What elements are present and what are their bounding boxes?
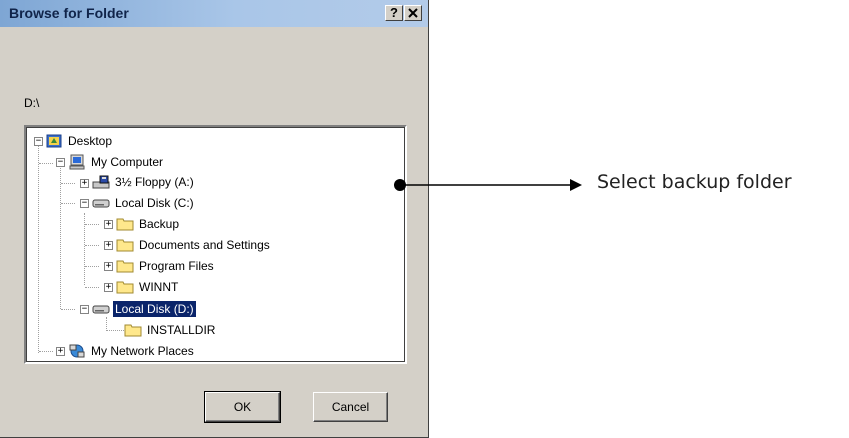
collapse-toggle[interactable]: − — [80, 305, 89, 314]
folder-icon — [116, 260, 134, 273]
tree-connector — [61, 183, 75, 184]
tree-connector — [85, 224, 99, 225]
tree-connector — [39, 163, 53, 164]
tree-node-label: My Computer — [91, 155, 164, 169]
expand-toggle[interactable]: + — [80, 179, 89, 188]
help-button[interactable]: ? — [385, 5, 403, 21]
tree-connector — [106, 330, 124, 331]
tree-connector — [106, 317, 107, 331]
desktop-icon — [46, 134, 62, 148]
folder-tree[interactable]: − − + − + + + + − + Desktop My Computer — [24, 125, 407, 364]
tree-connector — [61, 203, 75, 204]
expand-toggle[interactable]: + — [104, 283, 113, 292]
close-icon — [408, 8, 418, 18]
close-button[interactable] — [404, 5, 422, 21]
tree-node-local-disk-c[interactable]: Local Disk (C:) — [92, 193, 196, 213]
tree-node-installdir[interactable]: INSTALLDIR — [124, 320, 217, 340]
selected-path-label: D:\ — [24, 96, 40, 110]
tree-node-label: 3½ Floppy (A:) — [115, 175, 194, 189]
expand-toggle[interactable]: + — [56, 347, 65, 356]
tree-node-local-disk-d[interactable]: Local Disk (D:) — [92, 299, 196, 319]
tree-connector — [39, 351, 53, 352]
title-bar[interactable]: Browse for Folder ? — [0, 0, 428, 27]
floppy-drive-icon — [92, 175, 110, 189]
tree-node-label: My Network Places — [91, 344, 194, 358]
folder-icon — [116, 239, 134, 252]
folder-icon — [116, 218, 134, 231]
collapse-toggle[interactable]: − — [56, 158, 65, 167]
tree-node-winnt[interactable]: WINNT — [116, 277, 180, 297]
dialog-title: Browse for Folder — [9, 5, 129, 21]
computer-icon — [69, 154, 85, 170]
folder-icon — [116, 281, 134, 294]
browse-for-folder-dialog: Browse for Folder ? D:\ − − + − + + + + — [0, 0, 429, 438]
tree-node-label: Program Files — [139, 259, 214, 273]
expand-toggle[interactable]: + — [104, 262, 113, 271]
tree-node-backup[interactable]: Backup — [116, 214, 181, 234]
tree-connector — [61, 309, 75, 310]
annotation-label: Select backup folder — [597, 171, 792, 193]
tree-node-desktop[interactable]: Desktop — [45, 131, 114, 151]
tree-node-documents-and-settings[interactable]: Documents and Settings — [116, 235, 272, 255]
tree-node-label: INSTALLDIR — [147, 323, 216, 337]
network-places-icon — [69, 344, 85, 358]
tree-node-floppy[interactable]: 3½ Floppy (A:) — [92, 172, 196, 192]
hard-drive-icon — [92, 305, 110, 314]
tree-node-label: Desktop — [68, 134, 113, 148]
tree-connector — [38, 145, 39, 353]
expand-toggle[interactable]: + — [104, 220, 113, 229]
tree-node-label: Local Disk (C:) — [115, 196, 194, 210]
collapse-toggle[interactable]: − — [34, 137, 43, 146]
tree-node-label: Backup — [139, 217, 180, 231]
hard-drive-icon — [92, 199, 110, 208]
tree-node-my-network-places[interactable]: My Network Places — [68, 341, 196, 361]
tree-node-my-computer[interactable]: My Computer — [68, 152, 165, 172]
folder-icon — [124, 324, 142, 337]
cancel-button[interactable]: Cancel — [313, 392, 388, 422]
tree-connector — [85, 266, 99, 267]
tree-node-label: Local Disk (D:) — [113, 301, 196, 317]
tree-node-label: WINNT — [139, 280, 179, 294]
tree-node-program-files[interactable]: Program Files — [116, 256, 216, 276]
tree-connector — [85, 245, 99, 246]
expand-toggle[interactable]: + — [104, 241, 113, 250]
tree-connector — [60, 165, 61, 309]
ok-button[interactable]: OK — [204, 391, 281, 423]
collapse-toggle[interactable]: − — [80, 199, 89, 208]
tree-connector — [85, 287, 99, 288]
annotation-arrow — [400, 179, 582, 191]
tree-node-label: Documents and Settings — [139, 238, 270, 252]
